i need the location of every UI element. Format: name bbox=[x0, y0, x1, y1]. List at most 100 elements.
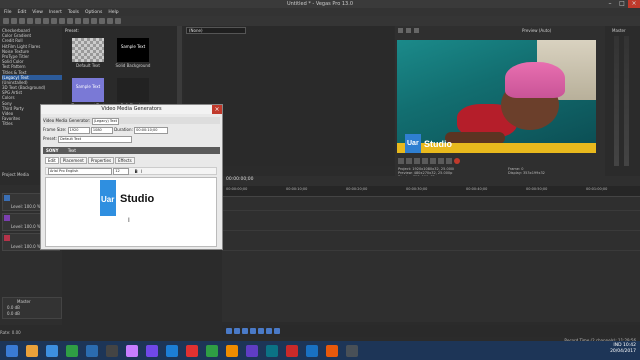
menu-options[interactable]: Options bbox=[85, 10, 102, 15]
meter-left bbox=[614, 36, 619, 166]
loop-icon[interactable] bbox=[398, 158, 404, 164]
file-explorer-icon[interactable] bbox=[26, 344, 38, 357]
render-icon[interactable] bbox=[35, 18, 41, 24]
save-icon[interactable] bbox=[19, 18, 25, 24]
app-icon[interactable] bbox=[266, 344, 278, 357]
overlay-studio-text: Studio bbox=[424, 139, 452, 149]
tray-time[interactable]: 10:42 bbox=[623, 343, 636, 348]
record-icon[interactable] bbox=[454, 158, 460, 164]
minimize-button[interactable]: – bbox=[604, 0, 616, 8]
properties-icon[interactable] bbox=[27, 18, 33, 24]
stop-tool-icon[interactable] bbox=[258, 328, 264, 334]
fx-preset-dropdown[interactable]: (None) bbox=[186, 27, 246, 34]
tab-placement[interactable]: Placement bbox=[59, 157, 87, 164]
menu-edit[interactable]: Edit bbox=[18, 10, 27, 15]
track-level[interactable]: Level: 100.0 % bbox=[11, 224, 41, 229]
tab-properties[interactable]: Properties bbox=[87, 157, 115, 164]
menu-view[interactable]: View bbox=[32, 10, 43, 15]
track-lane[interactable] bbox=[222, 210, 640, 211]
track-lane[interactable] bbox=[222, 250, 640, 251]
close-button[interactable]: × bbox=[628, 0, 640, 8]
open-icon[interactable] bbox=[11, 18, 17, 24]
loop-tool-icon[interactable] bbox=[234, 328, 240, 334]
rate-status: Rate: 0.00 bbox=[0, 330, 21, 335]
timeline-ruler[interactable]: 00:00:00;00 00:00:10;00 00:00:20;00 00:0… bbox=[222, 186, 640, 197]
start-icon[interactable] bbox=[6, 344, 18, 357]
photoshop-icon[interactable] bbox=[86, 344, 98, 357]
preset-solid-background[interactable]: Sample Text bbox=[117, 38, 149, 62]
app-icon[interactable] bbox=[206, 344, 218, 357]
paste-icon[interactable] bbox=[59, 18, 65, 24]
prev-frame-icon[interactable] bbox=[266, 328, 272, 334]
after-effects-icon[interactable] bbox=[146, 344, 158, 357]
system-tray: IND 10:42 20/04/2017 bbox=[610, 343, 636, 355]
tab-effects[interactable]: Effects bbox=[115, 157, 135, 164]
timecode-display: 00:00:00;00 bbox=[226, 177, 254, 182]
browser-icon[interactable] bbox=[46, 344, 58, 357]
menu-tools[interactable]: Tools bbox=[68, 10, 79, 15]
envelope-tool-icon[interactable] bbox=[99, 18, 105, 24]
menu-file[interactable]: File bbox=[4, 10, 12, 15]
app-icon[interactable] bbox=[306, 344, 318, 357]
app-icon[interactable] bbox=[106, 344, 118, 357]
next-frame-icon[interactable] bbox=[274, 328, 280, 334]
track-lane[interactable] bbox=[222, 230, 640, 231]
stop-icon[interactable] bbox=[430, 158, 436, 164]
overlays-icon[interactable] bbox=[414, 28, 419, 33]
frame-width-input[interactable]: 1920 bbox=[67, 126, 90, 134]
dialog-close-button[interactable]: × bbox=[212, 105, 222, 114]
cut-icon[interactable] bbox=[43, 18, 49, 24]
app-icon[interactable] bbox=[246, 344, 258, 357]
go-start-icon[interactable] bbox=[438, 158, 444, 164]
frame-height-input[interactable]: 1080 bbox=[90, 126, 113, 134]
tray-language[interactable]: IND bbox=[613, 343, 621, 348]
pause-icon[interactable] bbox=[422, 158, 428, 164]
preset-transparent-text[interactable]: Sample Text bbox=[72, 78, 104, 102]
preview-quality[interactable]: Preview (Auto) bbox=[522, 28, 551, 33]
menu-insert[interactable]: Insert bbox=[49, 10, 62, 15]
new-icon[interactable] bbox=[3, 18, 9, 24]
preset-dropdown[interactable]: Default Text bbox=[58, 135, 133, 143]
bold-button[interactable]: B bbox=[135, 169, 138, 174]
edit-tool-icon[interactable] bbox=[91, 18, 97, 24]
meter-right bbox=[624, 36, 629, 166]
track-level[interactable]: Level: 100.0 % bbox=[11, 204, 41, 209]
delete-icon[interactable] bbox=[67, 18, 73, 24]
timeline[interactable] bbox=[222, 176, 640, 322]
go-end-icon[interactable] bbox=[446, 158, 452, 164]
preset-default-text[interactable] bbox=[72, 38, 104, 62]
preset-label: Preset: bbox=[43, 136, 57, 141]
split-screen-icon[interactable] bbox=[406, 28, 411, 33]
menu-help[interactable]: Help bbox=[108, 10, 118, 15]
redo-icon[interactable] bbox=[83, 18, 89, 24]
track-level[interactable]: Level: 100.0 % bbox=[11, 244, 41, 249]
play-icon[interactable] bbox=[414, 158, 420, 164]
italic-button[interactable]: I bbox=[141, 169, 142, 174]
app-icon[interactable] bbox=[286, 344, 298, 357]
app-icon[interactable] bbox=[186, 344, 198, 357]
tab-project-media[interactable]: Project Media bbox=[2, 172, 29, 177]
text-edit-area[interactable]: Uar Studio I bbox=[45, 177, 217, 247]
play-tool-icon[interactable] bbox=[242, 328, 248, 334]
app-icon[interactable] bbox=[346, 344, 358, 357]
premiere-icon[interactable] bbox=[126, 344, 138, 357]
app-icon[interactable] bbox=[226, 344, 238, 357]
font-size-dropdown[interactable]: 12 bbox=[113, 168, 130, 175]
app-icon[interactable] bbox=[326, 344, 338, 357]
tray-date[interactable]: 20/04/2017 bbox=[610, 349, 636, 354]
undo-icon[interactable] bbox=[75, 18, 81, 24]
pause-tool-icon[interactable] bbox=[250, 328, 256, 334]
font-dropdown[interactable]: Arial Pro English bbox=[48, 168, 112, 175]
chrome-icon[interactable] bbox=[66, 344, 78, 357]
duration-input[interactable]: 00:00:10;00 bbox=[134, 126, 169, 134]
selection-tool-icon[interactable] bbox=[107, 18, 113, 24]
play-from-start-icon[interactable] bbox=[406, 158, 412, 164]
tab-edit[interactable]: Edit bbox=[45, 157, 59, 164]
preview-settings-icon[interactable] bbox=[398, 28, 403, 33]
preset-soft-shadow[interactable] bbox=[117, 78, 149, 102]
record-tool-icon[interactable] bbox=[226, 328, 232, 334]
maximize-button[interactable]: □ bbox=[616, 0, 628, 8]
copy-icon[interactable] bbox=[51, 18, 57, 24]
zoom-tool-icon[interactable] bbox=[115, 18, 121, 24]
app-icon[interactable] bbox=[166, 344, 178, 357]
